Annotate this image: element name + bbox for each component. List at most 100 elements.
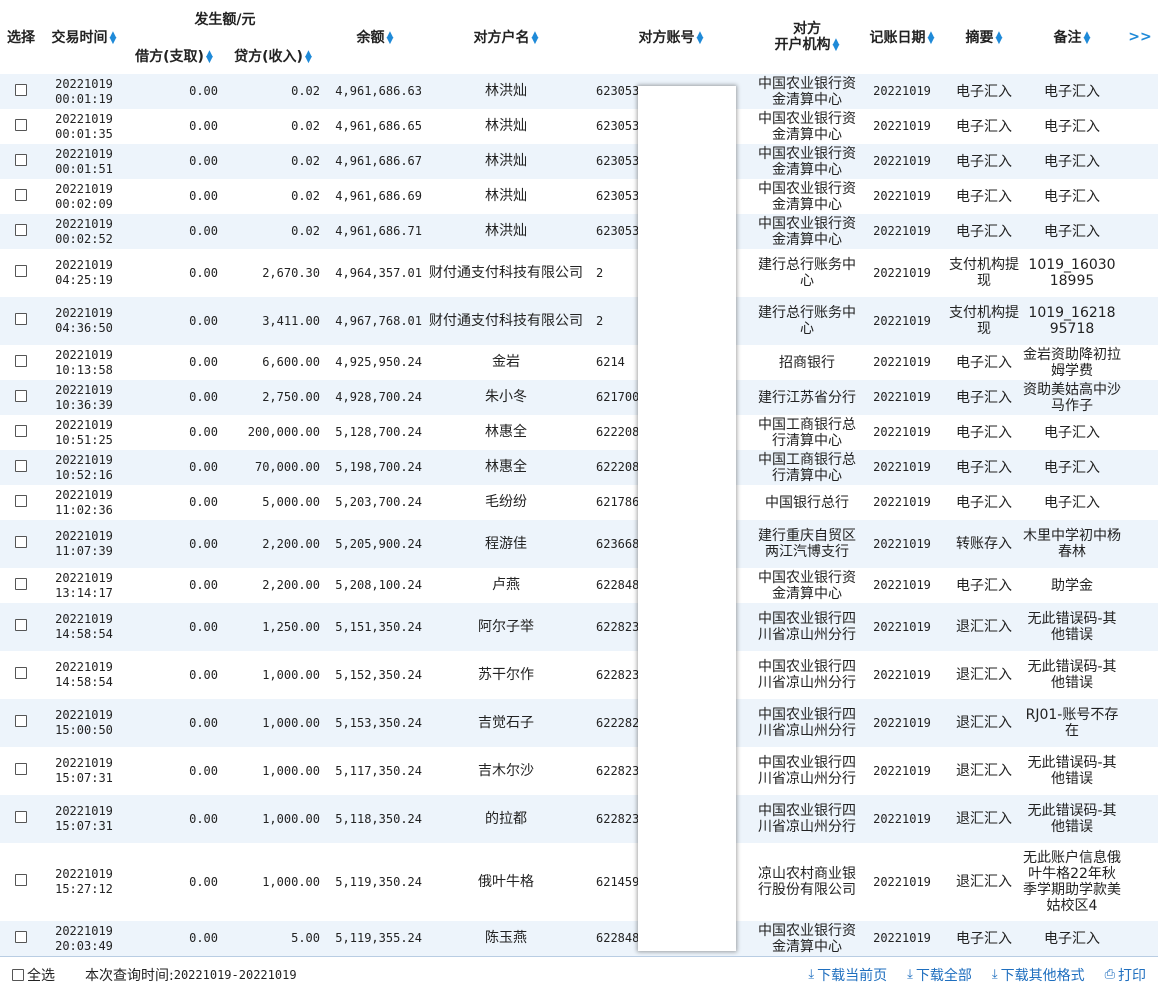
table-row[interactable]: 20221019 15:07:31 0.00 1,000.00 5,117,350.24…	[0, 747, 1158, 795]
select-all-checkbox[interactable]	[12, 968, 24, 981]
double-chevron-right-icon[interactable]: >>	[1128, 29, 1151, 45]
table-row[interactable]: 20221019 14:58:54 0.00 1,000.00 5,152,350.24…	[0, 651, 1158, 699]
row-select-cell[interactable]	[0, 699, 42, 747]
transaction-time: 14:58:54	[55, 627, 113, 641]
table-row[interactable]: 20221019 20:03:49 0.00 5.00 5,119,355.24 陈玉燕 6…	[0, 921, 1158, 956]
row-select-cell[interactable]	[0, 603, 42, 651]
posting-date-cell: 20221019	[873, 874, 931, 889]
row-select-cell[interactable]	[0, 520, 42, 568]
print-button[interactable]: ⎙ 打印	[1105, 965, 1146, 985]
table-row[interactable]: 20221019 11:02:36 0.00 5,000.00 5,203,700.24…	[0, 485, 1158, 520]
row-select-cell[interactable]	[0, 747, 42, 795]
table-row[interactable]: 20221019 11:07:39 0.00 2,200.00 5,205,900.24…	[0, 520, 1158, 568]
sort-icon[interactable]: ▲ ▼	[928, 31, 935, 46]
more-columns-button[interactable]: >>	[1122, 0, 1158, 74]
row-checkbox[interactable]	[15, 424, 27, 437]
row-checkbox[interactable]	[15, 874, 27, 886]
table-row[interactable]: 20221019 13:14:17 0.00 2,200.00 5,208,100.24…	[0, 568, 1158, 603]
table-row[interactable]: 20221019 15:07:31 0.00 1,000.00 5,118,350.24…	[0, 795, 1158, 843]
row-select-cell[interactable]	[0, 651, 42, 699]
select-all[interactable]: 全选	[12, 965, 55, 985]
header-date[interactable]: 记账日期 ▲ ▼	[858, 0, 946, 74]
transaction-time: 15:27:12	[55, 882, 113, 896]
row-select-cell[interactable]	[0, 380, 42, 415]
table-row[interactable]: 20221019 10:52:16 0.00 70,000.00 5,198,700.2…	[0, 450, 1158, 485]
row-select-cell[interactable]	[0, 214, 42, 249]
row-spacer-cell	[1122, 249, 1158, 297]
header-name[interactable]: 对方户名 ▲ ▼	[426, 0, 586, 74]
row-select-cell[interactable]	[0, 485, 42, 520]
row-select-cell[interactable]	[0, 249, 42, 297]
row-select-cell[interactable]	[0, 109, 42, 144]
sort-icon[interactable]: ▲ ▼	[387, 31, 394, 46]
table-row[interactable]: 20221019 15:00:50 0.00 1,000.00 5,153,350.24…	[0, 699, 1158, 747]
row-checkbox[interactable]	[15, 118, 27, 131]
header-time[interactable]: 交易时间 ▲ ▼	[42, 0, 126, 74]
footer-actions: ⤓ 下载当前页 ⤓ 下载全部 ⤓ 下载其他格式 ⎙ 打印	[788, 965, 1146, 985]
row-checkbox[interactable]	[15, 577, 27, 590]
row-select-cell[interactable]	[0, 297, 42, 345]
sort-icon[interactable]: ▲ ▼	[1084, 31, 1091, 46]
transaction-time-cell: 20221019 14:58:54	[42, 651, 126, 699]
table-row[interactable]: 20221019 00:02:52 0.00 0.02 4,961,686.71 林洪灿 6…	[0, 214, 1158, 249]
row-checkbox[interactable]	[15, 667, 27, 679]
row-checkbox[interactable]	[15, 389, 27, 402]
download-page-button[interactable]: ⤓ 下载当前页	[808, 965, 887, 985]
row-select-cell[interactable]	[0, 415, 42, 450]
row-checkbox[interactable]	[15, 619, 27, 631]
row-checkbox[interactable]	[15, 763, 27, 775]
table-row[interactable]: 20221019 00:02:09 0.00 0.02 4,961,686.69 林洪灿 6…	[0, 179, 1158, 214]
table-row[interactable]: 20221019 00:01:35 0.00 0.02 4,961,686.65 林洪灿 6…	[0, 109, 1158, 144]
download-other-button[interactable]: ⤓ 下载其他格式	[992, 965, 1085, 985]
header-balance[interactable]: 余额 ▲ ▼	[324, 0, 426, 74]
table-row[interactable]: 20221019 10:51:25 0.00 200,000.00 5,128,700.…	[0, 415, 1158, 450]
row-checkbox[interactable]	[15, 153, 27, 166]
row-checkbox[interactable]	[15, 811, 27, 823]
sort-icon[interactable]: ▲ ▼	[532, 31, 539, 46]
header-account[interactable]: 对方账号 ▲ ▼	[586, 0, 756, 74]
row-select-cell[interactable]	[0, 450, 42, 485]
table-row[interactable]: 20221019 15:27:12 0.00 1,000.00 5,119,350.24…	[0, 843, 1158, 921]
table-row[interactable]: 20221019 14:58:54 0.00 1,250.00 5,151,350.24…	[0, 603, 1158, 651]
header-remark[interactable]: 备注 ▲ ▼	[1022, 0, 1122, 74]
row-checkbox[interactable]	[15, 459, 27, 472]
sort-icon[interactable]: ▲ ▼	[697, 31, 704, 46]
table-row[interactable]: 20221019 04:36:50 0.00 3,411.00 4,967,768.01…	[0, 297, 1158, 345]
row-select-cell[interactable]	[0, 74, 42, 109]
table-row[interactable]: 20221019 10:13:58 0.00 6,600.00 4,925,950.24…	[0, 345, 1158, 380]
sort-icon[interactable]: ▲ ▼	[305, 50, 312, 65]
transaction-time-cell: 20221019 15:00:50	[42, 699, 126, 747]
credit-cell: 0.02	[291, 84, 320, 98]
table-row[interactable]: 20221019 04:25:19 0.00 2,670.30 4,964,357.01…	[0, 249, 1158, 297]
sort-icon[interactable]: ▲ ▼	[833, 38, 840, 53]
row-select-cell[interactable]	[0, 144, 42, 179]
row-select-cell[interactable]	[0, 795, 42, 843]
sort-icon[interactable]: ▲ ▼	[996, 31, 1003, 46]
row-checkbox[interactable]	[15, 313, 27, 325]
row-checkbox[interactable]	[15, 715, 27, 727]
sort-icon[interactable]: ▲ ▼	[206, 50, 213, 65]
row-checkbox[interactable]	[15, 83, 27, 96]
header-summary[interactable]: 摘要 ▲ ▼	[946, 0, 1022, 74]
row-select-cell[interactable]	[0, 568, 42, 603]
row-checkbox[interactable]	[15, 494, 27, 507]
row-checkbox[interactable]	[15, 354, 27, 367]
row-checkbox[interactable]	[15, 188, 27, 201]
header-credit[interactable]: 贷方(收入) ▲ ▼	[222, 38, 324, 74]
row-select-cell[interactable]	[0, 345, 42, 380]
row-select-cell[interactable]	[0, 843, 42, 921]
row-select-cell[interactable]	[0, 179, 42, 214]
row-checkbox[interactable]	[15, 930, 27, 943]
download-all-button[interactable]: ⤓ 下载全部	[907, 965, 972, 985]
row-checkbox[interactable]	[15, 536, 27, 548]
counterparty-name-cell: 吉木尔沙	[478, 762, 534, 779]
row-checkbox[interactable]	[15, 265, 27, 277]
header-bank[interactable]: 对方 开户机构 ▲ ▼	[756, 0, 858, 74]
sort-icon[interactable]: ▲ ▼	[110, 31, 117, 46]
row-select-cell[interactable]	[0, 921, 42, 956]
header-debit[interactable]: 借方(支取) ▲ ▼	[126, 38, 222, 74]
table-row[interactable]: 20221019 00:01:51 0.00 0.02 4,961,686.67 林洪灿 6…	[0, 144, 1158, 179]
table-row[interactable]: 20221019 00:01:19 0.00 0.02 4,961,686.63 林洪灿 6…	[0, 74, 1158, 109]
table-row[interactable]: 20221019 10:36:39 0.00 2,750.00 4,928,700.24…	[0, 380, 1158, 415]
row-checkbox[interactable]	[15, 223, 27, 236]
